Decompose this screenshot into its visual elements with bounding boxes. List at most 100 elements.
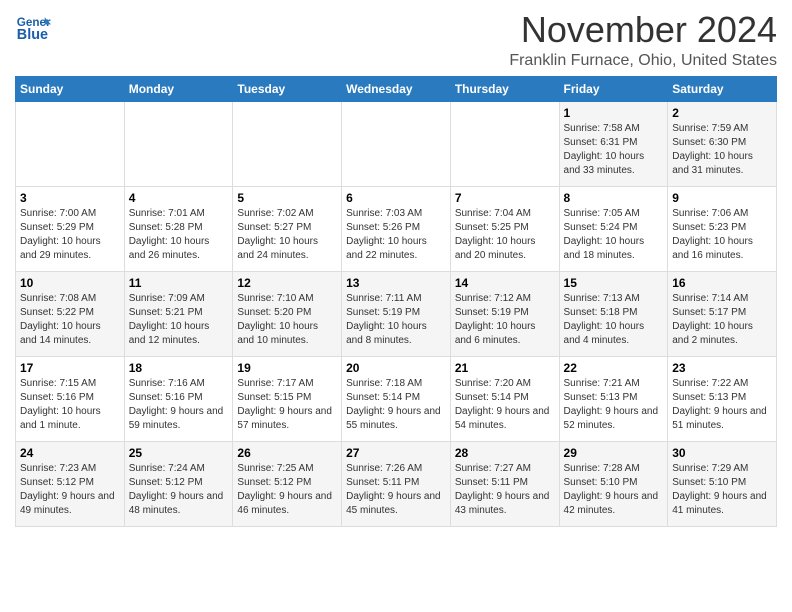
day-info: Sunrise: 7:22 AM Sunset: 5:13 PM Dayligh… xyxy=(672,377,772,433)
day-cell: 7Sunrise: 7:04 AM Sunset: 5:25 PM Daylig… xyxy=(450,186,559,271)
day-info: Sunrise: 7:11 AM Sunset: 5:19 PM Dayligh… xyxy=(346,292,446,348)
day-cell: 6 Sunrise: 7:03 AM Sunset: 5:26 PM Daylig… xyxy=(342,186,451,271)
day-info: Sunrise: 7:08 AM Sunset: 5:22 PM Dayligh… xyxy=(20,292,120,348)
day-info: Sunrise: 7:17 AM Sunset: 5:15 PM Dayligh… xyxy=(237,377,337,433)
day-number: 8 xyxy=(564,191,664,205)
day-number: 29 xyxy=(564,446,664,460)
day-number: 11 xyxy=(129,276,229,290)
day-info: Sunrise: 7:02 AM Sunset: 5:27 PM Dayligh… xyxy=(237,207,337,263)
day-cell: 19 Sunrise: 7:17 AM Sunset: 5:15 PM Dayli… xyxy=(233,356,342,441)
day-info: Sunrise: 7:58 AM Sunset: 6:31 PM Dayligh… xyxy=(564,122,664,178)
day-info: Sunrise: 7:21 AM Sunset: 5:13 PM Dayligh… xyxy=(564,377,664,433)
day-info: Sunrise: 7:20 AM Sunset: 5:14 PM Dayligh… xyxy=(455,377,555,433)
day-cell: 14 Sunrise: 7:12 AM Sunset: 5:19 PM Dayli… xyxy=(450,271,559,356)
day-number: 20 xyxy=(346,361,446,375)
day-number: 19 xyxy=(237,361,337,375)
day-cell: 13 Sunrise: 7:11 AM Sunset: 5:19 PM Dayli… xyxy=(342,271,451,356)
logo-icon: General Blue xyxy=(15,10,51,46)
day-number: 9 xyxy=(672,191,772,205)
logo: General Blue xyxy=(15,10,51,46)
day-number: 17 xyxy=(20,361,120,375)
day-cell: 10 Sunrise: 7:08 AM Sunset: 5:22 PM Dayli… xyxy=(16,271,125,356)
week-row-3: 17 Sunrise: 7:15 AM Sunset: 5:16 PM Dayli… xyxy=(16,356,777,441)
day-number: 23 xyxy=(672,361,772,375)
day-number: 16 xyxy=(672,276,772,290)
week-row-2: 10 Sunrise: 7:08 AM Sunset: 5:22 PM Dayli… xyxy=(16,271,777,356)
day-number: 12 xyxy=(237,276,337,290)
location: Franklin Furnace, Ohio, United States xyxy=(509,52,777,70)
month-title: November 2024 xyxy=(509,10,777,50)
day-info: Sunrise: 7:05 AM Sunset: 5:24 PM Dayligh… xyxy=(564,207,664,263)
day-cell: 1Sunrise: 7:58 AM Sunset: 6:31 PM Daylig… xyxy=(559,101,668,186)
day-cell: 16 Sunrise: 7:14 AM Sunset: 5:17 PM Dayli… xyxy=(668,271,777,356)
day-cell: 9Sunrise: 7:06 AM Sunset: 5:23 PM Daylig… xyxy=(668,186,777,271)
day-cell: 20Sunrise: 7:18 AM Sunset: 5:14 PM Dayli… xyxy=(342,356,451,441)
day-info: Sunrise: 7:04 AM Sunset: 5:25 PM Dayligh… xyxy=(455,207,555,263)
day-number: 28 xyxy=(455,446,555,460)
day-cell: 8 Sunrise: 7:05 AM Sunset: 5:24 PM Daylig… xyxy=(559,186,668,271)
day-number: 4 xyxy=(129,191,229,205)
day-cell xyxy=(124,101,233,186)
day-number: 26 xyxy=(237,446,337,460)
calendar-header: Sunday Monday Tuesday Wednesday Thursday… xyxy=(16,76,777,101)
day-cell: 18 Sunrise: 7:16 AM Sunset: 5:16 PM Dayli… xyxy=(124,356,233,441)
day-info: Sunrise: 7:13 AM Sunset: 5:18 PM Dayligh… xyxy=(564,292,664,348)
day-cell: 21Sunrise: 7:20 AM Sunset: 5:14 PM Dayli… xyxy=(450,356,559,441)
day-cell: 5 Sunrise: 7:02 AM Sunset: 5:27 PM Daylig… xyxy=(233,186,342,271)
day-number: 5 xyxy=(237,191,337,205)
day-number: 2 xyxy=(672,106,772,120)
day-cell: 2 Sunrise: 7:59 AM Sunset: 6:30 PM Daylig… xyxy=(668,101,777,186)
day-info: Sunrise: 7:00 AM Sunset: 5:29 PM Dayligh… xyxy=(20,207,120,263)
day-number: 24 xyxy=(20,446,120,460)
day-info: Sunrise: 7:01 AM Sunset: 5:28 PM Dayligh… xyxy=(129,207,229,263)
day-cell: 17 Sunrise: 7:15 AM Sunset: 5:16 PM Dayli… xyxy=(16,356,125,441)
day-cell: 24 Sunrise: 7:23 AM Sunset: 5:12 PM Dayli… xyxy=(16,441,125,526)
week-row-4: 24 Sunrise: 7:23 AM Sunset: 5:12 PM Dayli… xyxy=(16,441,777,526)
day-number: 30 xyxy=(672,446,772,460)
day-info: Sunrise: 7:25 AM Sunset: 5:12 PM Dayligh… xyxy=(237,462,337,518)
day-info: Sunrise: 7:14 AM Sunset: 5:17 PM Dayligh… xyxy=(672,292,772,348)
day-number: 13 xyxy=(346,276,446,290)
svg-text:Blue: Blue xyxy=(17,27,48,43)
day-cell xyxy=(342,101,451,186)
day-info: Sunrise: 7:10 AM Sunset: 5:20 PM Dayligh… xyxy=(237,292,337,348)
day-number: 10 xyxy=(20,276,120,290)
day-info: Sunrise: 7:24 AM Sunset: 5:12 PM Dayligh… xyxy=(129,462,229,518)
day-cell: 11Sunrise: 7:09 AM Sunset: 5:21 PM Dayli… xyxy=(124,271,233,356)
calendar-table: Sunday Monday Tuesday Wednesday Thursday… xyxy=(15,76,777,527)
day-info: Sunrise: 7:59 AM Sunset: 6:30 PM Dayligh… xyxy=(672,122,772,178)
day-cell xyxy=(233,101,342,186)
header-wednesday: Wednesday xyxy=(342,76,451,101)
day-info: Sunrise: 7:27 AM Sunset: 5:11 PM Dayligh… xyxy=(455,462,555,518)
day-number: 6 xyxy=(346,191,446,205)
day-cell xyxy=(450,101,559,186)
day-cell: 26 Sunrise: 7:25 AM Sunset: 5:12 PM Dayli… xyxy=(233,441,342,526)
week-row-1: 3 Sunrise: 7:00 AM Sunset: 5:29 PM Daylig… xyxy=(16,186,777,271)
header-sunday: Sunday xyxy=(16,76,125,101)
week-row-0: 1Sunrise: 7:58 AM Sunset: 6:31 PM Daylig… xyxy=(16,101,777,186)
day-cell: 22 Sunrise: 7:21 AM Sunset: 5:13 PM Dayli… xyxy=(559,356,668,441)
day-cell: 12 Sunrise: 7:10 AM Sunset: 5:20 PM Dayli… xyxy=(233,271,342,356)
day-info: Sunrise: 7:15 AM Sunset: 5:16 PM Dayligh… xyxy=(20,377,120,433)
header-saturday: Saturday xyxy=(668,76,777,101)
day-cell: 25Sunrise: 7:24 AM Sunset: 5:12 PM Dayli… xyxy=(124,441,233,526)
day-number: 18 xyxy=(129,361,229,375)
day-info: Sunrise: 7:16 AM Sunset: 5:16 PM Dayligh… xyxy=(129,377,229,433)
header-row: Sunday Monday Tuesday Wednesday Thursday… xyxy=(16,76,777,101)
day-info: Sunrise: 7:23 AM Sunset: 5:12 PM Dayligh… xyxy=(20,462,120,518)
header-thursday: Thursday xyxy=(450,76,559,101)
day-cell: 4 Sunrise: 7:01 AM Sunset: 5:28 PM Daylig… xyxy=(124,186,233,271)
day-info: Sunrise: 7:12 AM Sunset: 5:19 PM Dayligh… xyxy=(455,292,555,348)
day-info: Sunrise: 7:28 AM Sunset: 5:10 PM Dayligh… xyxy=(564,462,664,518)
day-number: 14 xyxy=(455,276,555,290)
day-cell: 28 Sunrise: 7:27 AM Sunset: 5:11 PM Dayli… xyxy=(450,441,559,526)
day-number: 3 xyxy=(20,191,120,205)
day-info: Sunrise: 7:29 AM Sunset: 5:10 PM Dayligh… xyxy=(672,462,772,518)
day-cell: 30 Sunrise: 7:29 AM Sunset: 5:10 PM Dayli… xyxy=(668,441,777,526)
day-info: Sunrise: 7:03 AM Sunset: 5:26 PM Dayligh… xyxy=(346,207,446,263)
day-cell xyxy=(16,101,125,186)
day-cell: 27Sunrise: 7:26 AM Sunset: 5:11 PM Dayli… xyxy=(342,441,451,526)
day-cell: 29 Sunrise: 7:28 AM Sunset: 5:10 PM Dayli… xyxy=(559,441,668,526)
day-cell: 15Sunrise: 7:13 AM Sunset: 5:18 PM Dayli… xyxy=(559,271,668,356)
day-number: 22 xyxy=(564,361,664,375)
